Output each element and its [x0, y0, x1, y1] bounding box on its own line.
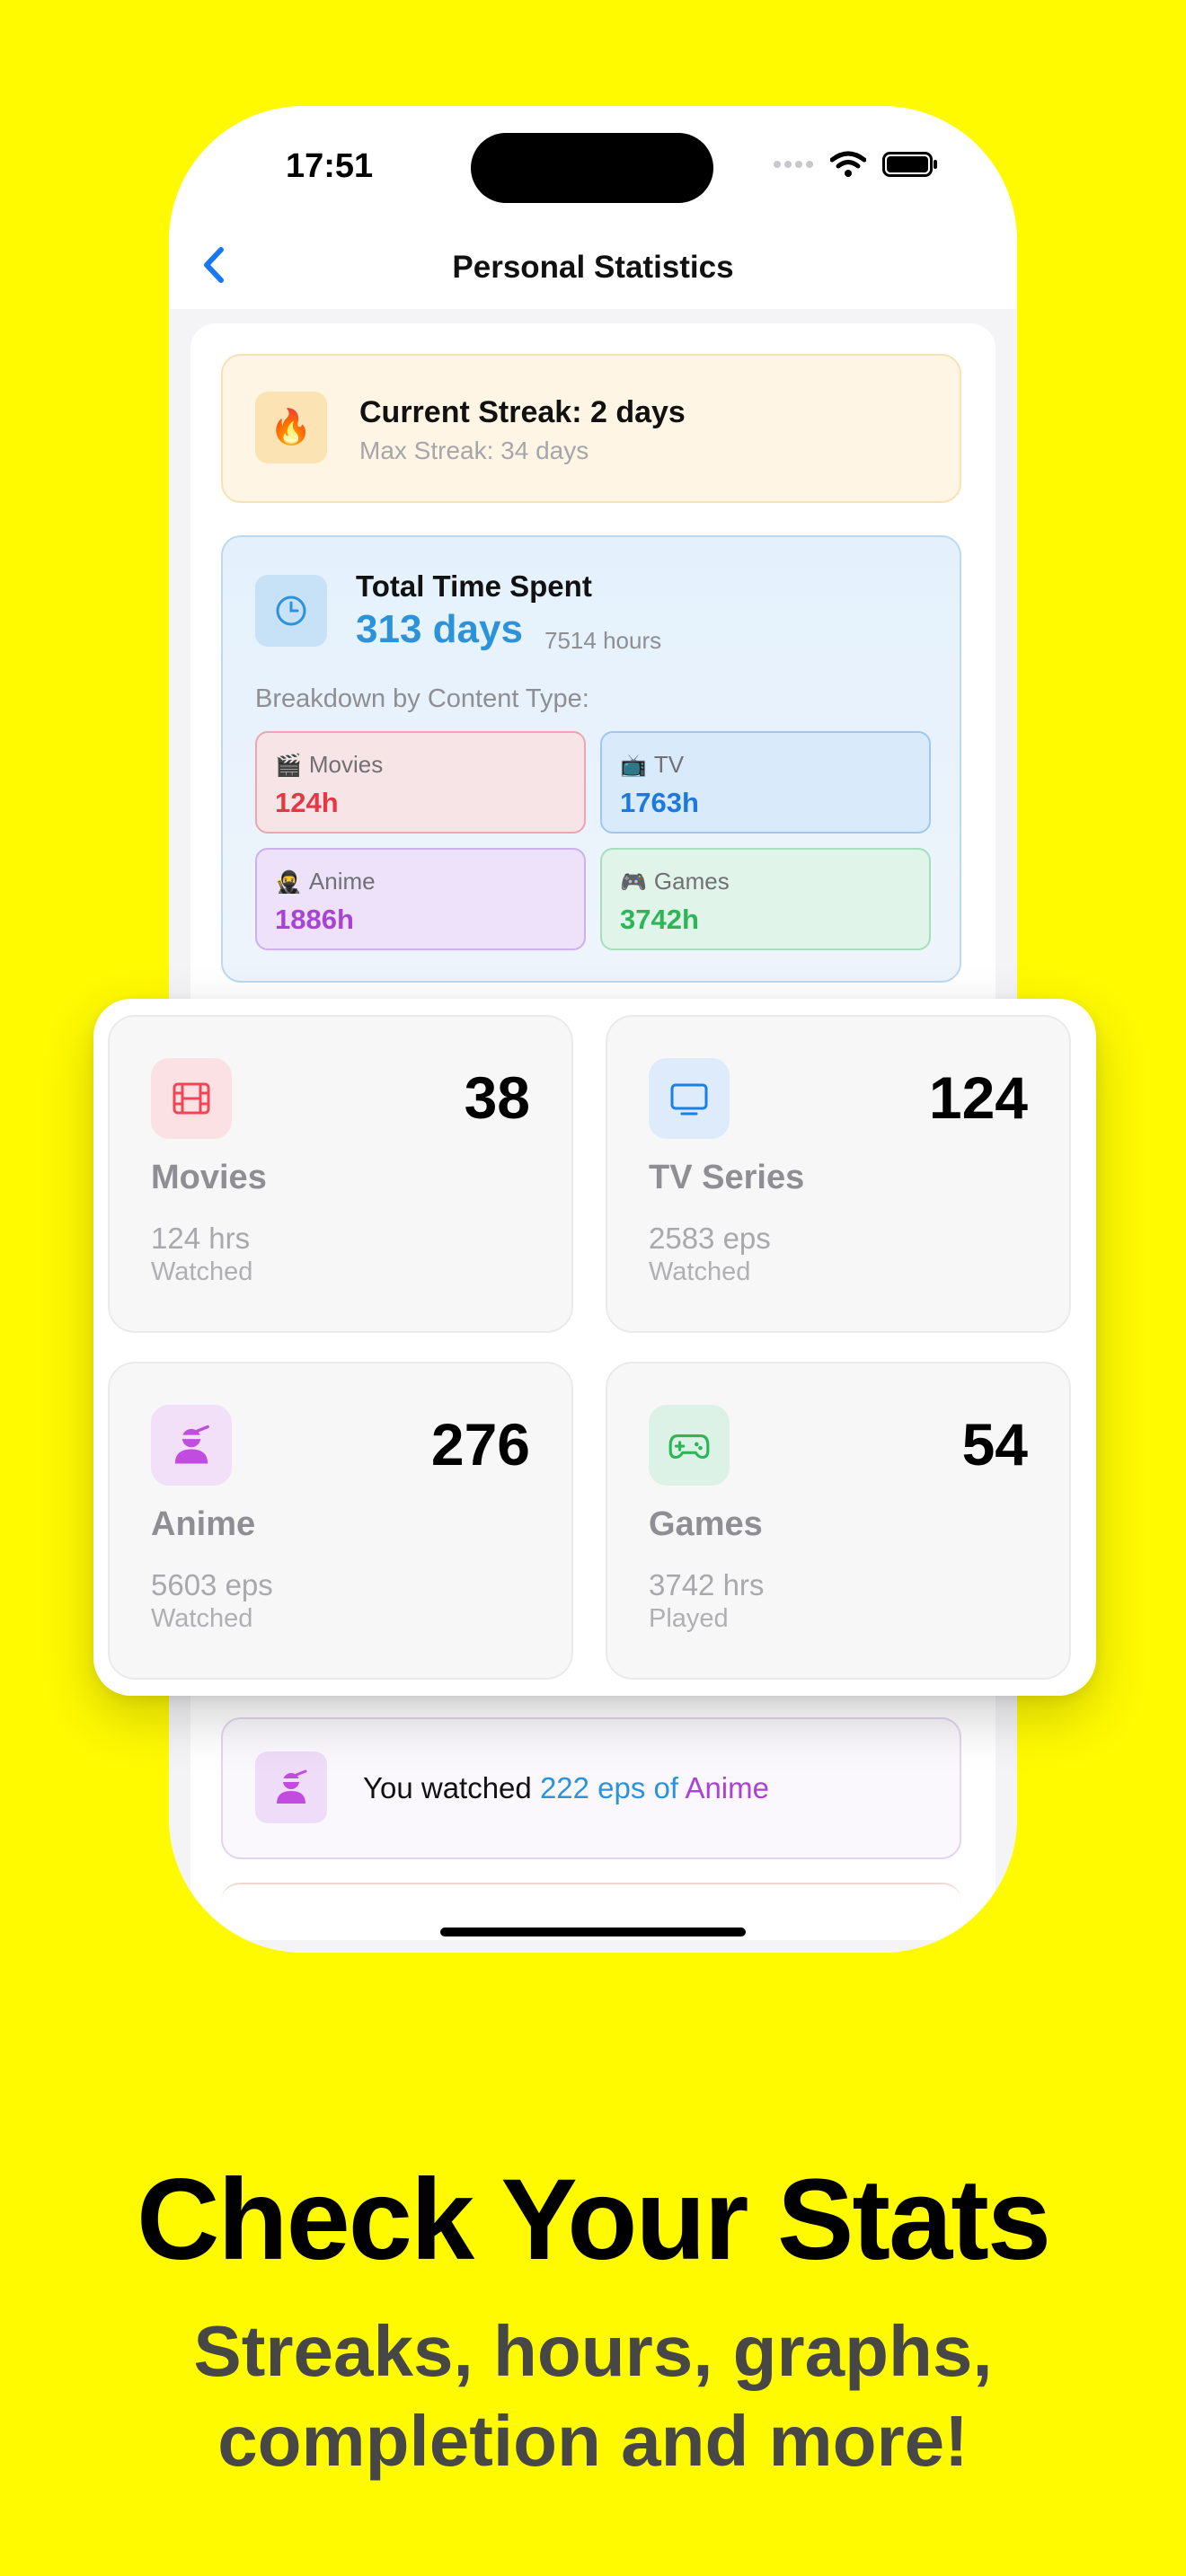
promo-subline-1: Streaks, hours, graphs, — [193, 2311, 993, 2391]
page-title: Personal Statistics — [452, 250, 734, 285]
tv-series-caption: Watched — [649, 1257, 751, 1286]
dynamic-island — [471, 133, 713, 203]
breakdown-movies: 🎬 Movies 124h — [255, 731, 586, 834]
status-icons — [773, 151, 938, 178]
movies-tile[interactable]: 38 Movies 124 hrs Watched — [108, 1015, 573, 1333]
games-hours: 3742 hrs — [649, 1568, 765, 1601]
wifi-icon — [830, 151, 866, 177]
watched-prefix: You watched — [363, 1771, 532, 1804]
streak-card: 🔥 Current Streak: 2 days Max Streak: 34 … — [221, 354, 961, 503]
anime-episodes: 5603 eps — [151, 1568, 273, 1601]
tv-series-episodes: 2583 eps — [649, 1222, 771, 1255]
breakdown-value-tv: 1763h — [620, 787, 699, 818]
breakdown-games: 🎮 Games 3742h — [600, 848, 931, 950]
games-tile[interactable]: 54 Games 3742 hrs Played — [606, 1362, 1071, 1680]
games-label: Games — [649, 1505, 763, 1543]
navigation-bar: Personal Statistics — [169, 232, 1017, 309]
film-icon — [151, 1058, 232, 1139]
fire-icon: 🔥 — [255, 392, 327, 463]
promo-subline-2: completion and more! — [217, 2401, 969, 2481]
anime-caption: Watched — [151, 1604, 253, 1633]
movies-label: Movies — [151, 1159, 267, 1196]
total-time-card: Total Time Spent 313 days 7514 hours Bre… — [221, 535, 961, 983]
breakdown-value-anime: 1886h — [275, 904, 354, 935]
battery-icon — [882, 152, 937, 177]
movies-hours: 124 hrs — [151, 1222, 251, 1255]
status-bar: 17:51 — [169, 106, 1017, 232]
ninja-icon — [151, 1405, 232, 1486]
watched-count: 222 eps of — [539, 1771, 679, 1804]
tv-series-label: TV Series — [649, 1159, 805, 1196]
games-caption: Played — [649, 1604, 729, 1633]
total-hours: 7514 hours — [544, 627, 662, 654]
breakdown-value-movies: 124h — [275, 787, 339, 818]
anime-tile[interactable]: 276 Anime 5603 eps Watched — [108, 1362, 573, 1680]
anime-count: 276 — [430, 1411, 530, 1478]
movies-count: 38 — [464, 1064, 530, 1131]
next-card-edge — [221, 1883, 961, 1920]
ninja-icon — [255, 1751, 327, 1823]
signal-icon — [774, 161, 813, 168]
breakdown-anime: 🥷 Anime 1886h — [255, 848, 586, 950]
breakdown-label: Breakdown by Content Type: — [255, 684, 589, 713]
gamepad-icon — [649, 1405, 730, 1486]
clock-icon — [255, 575, 327, 647]
tv-icon: 📺 — [620, 754, 647, 778]
total-days: 313 days — [356, 607, 523, 651]
max-streak: Max Streak: 34 days — [359, 437, 589, 464]
breakdown-label-anime: Anime — [308, 868, 376, 895]
breakdown-value-games: 3742h — [620, 904, 699, 935]
breakdown-label-movies: Movies — [308, 751, 384, 778]
watched-text: You watched 222 eps of Anime — [363, 1771, 769, 1805]
promo-headline: Check Your Stats — [136, 2156, 1051, 2284]
stats-overview-panel: 38 Movies 124 hrs Watched 124 TV Series … — [93, 999, 1096, 1696]
tv-series-count: 124 — [928, 1064, 1028, 1131]
movies-caption: Watched — [151, 1257, 253, 1286]
breakdown-label-games: Games — [653, 868, 730, 895]
tv-series-tile[interactable]: 124 TV Series 2583 eps Watched — [606, 1015, 1071, 1333]
current-streak: Current Streak: 2 days — [359, 395, 686, 429]
status-time: 17:51 — [286, 147, 374, 185]
ninja-icon: 🥷 — [275, 870, 302, 895]
breakdown-tv: 📺 TV 1763h — [600, 731, 931, 834]
anime-label: Anime — [151, 1505, 256, 1543]
total-time-title: Total Time Spent — [356, 569, 592, 603]
clapper-icon: 🎬 — [275, 754, 302, 778]
home-indicator — [440, 1928, 746, 1936]
games-count: 54 — [961, 1411, 1028, 1478]
watched-type: Anime — [685, 1771, 769, 1804]
breakdown-label-tv: TV — [653, 751, 685, 778]
gamepad-icon: 🎮 — [620, 870, 647, 895]
watched-summary-card: You watched 222 eps of Anime — [221, 1717, 961, 1859]
tv-icon — [649, 1058, 730, 1139]
